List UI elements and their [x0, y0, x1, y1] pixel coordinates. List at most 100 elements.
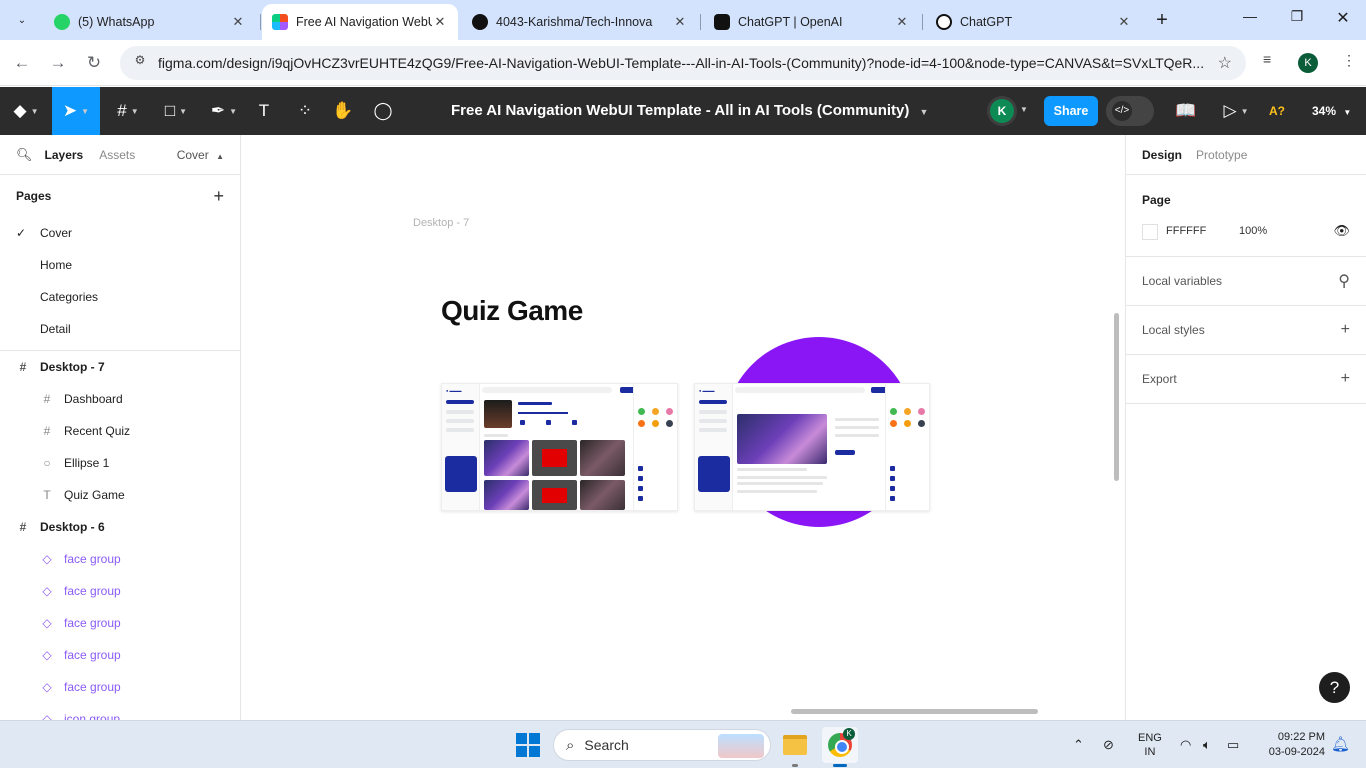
layer-quiz-game[interactable]: T Quiz Game	[0, 479, 240, 511]
browser-toolbar: ← → ↻ ⚙ figma.com/design/i9qjOvHCZ3vrEUH…	[0, 40, 1366, 86]
windows-start-icon[interactable]	[516, 733, 540, 757]
page-item-categories[interactable]: Categories	[0, 281, 240, 313]
layer-face-group[interactable]: ◇ face group	[0, 607, 240, 639]
close-tab-icon[interactable]: ✕	[230, 14, 246, 30]
design-canvas[interactable]: Desktop - 7 Quiz Game ● ▬▬▬ ● ▬▬▬	[241, 135, 1125, 720]
tab-figma[interactable]: Free AI Navigation WebUI Te ✕	[262, 4, 458, 40]
wifi-icon[interactable]: ◠	[1180, 721, 1191, 769]
page-selector[interactable]: Cover ▲	[177, 148, 224, 162]
tab-chatgpt[interactable]: ChatGPT ✕	[926, 4, 1142, 40]
language-indicator[interactable]: ENG IN	[1138, 731, 1162, 759]
tab-assets[interactable]: Assets	[99, 148, 135, 162]
move-tool-button[interactable]: ➤ ▼	[52, 87, 100, 135]
new-tab-button[interactable]: +	[1150, 8, 1174, 32]
close-tab-icon[interactable]: ✕	[432, 14, 448, 30]
pen-tool-button[interactable]: ✒ ▼	[202, 87, 246, 135]
page-opacity[interactable]: 100%	[1239, 225, 1267, 237]
restore-icon[interactable]: ❐	[1285, 8, 1309, 25]
help-button[interactable]: ?	[1319, 672, 1350, 703]
tab-chatgpt-openai[interactable]: ChatGPT | OpenAI ✕	[704, 4, 920, 40]
canvas-horizontal-scrollbar[interactable]	[791, 709, 1038, 714]
network-off-icon[interactable]: ⊘	[1103, 721, 1114, 769]
main-menu-button[interactable]: ◆ ▼	[4, 87, 48, 135]
chevron-down-icon[interactable]: ▼	[1020, 105, 1028, 114]
profile-avatar[interactable]: K	[1298, 53, 1318, 73]
tab-design[interactable]: Design	[1142, 148, 1182, 162]
variables-settings-icon[interactable]: ⚲	[1338, 271, 1350, 291]
collaborator-avatar[interactable]: K	[990, 99, 1014, 123]
zoom-menu[interactable]: 34% ▼	[1312, 87, 1351, 135]
close-tab-icon[interactable]: ✕	[1116, 14, 1132, 30]
layer-ellipse-1[interactable]: ○ Ellipse 1	[0, 447, 240, 479]
dashboard-frame[interactable]: ● ▬▬▬	[441, 383, 678, 511]
volume-icon[interactable]: 🔈︎	[1203, 721, 1211, 769]
resources-button[interactable]: ⁘	[290, 87, 320, 135]
media-control-icon[interactable]: ≡	[1263, 51, 1271, 67]
hand-tool-button[interactable]: ✋	[328, 87, 358, 135]
frame-label[interactable]: Desktop - 7	[413, 217, 469, 229]
page-label: Cover	[40, 226, 73, 240]
recent-quiz-frame[interactable]: ● ▬▬▬	[694, 383, 930, 511]
layer-icon-group[interactable]: ◇ icon group	[0, 703, 240, 720]
chevron-up-icon[interactable]: ⌃	[1073, 721, 1084, 769]
layer-dashboard[interactable]: # Dashboard	[0, 383, 240, 415]
active-indicator	[833, 764, 847, 767]
frame-tool-button[interactable]: # ▼	[106, 87, 150, 135]
windows-taskbar: ⌕ Search ⌃ ⊘ ENG IN ◠ 🔈︎ ▭ 09:22 PM 03-0…	[0, 720, 1366, 768]
tab-prototype[interactable]: Prototype	[1196, 148, 1247, 162]
comment-tool-button[interactable]: ◯	[368, 87, 398, 135]
eye-icon[interactable]: 👁︎	[1333, 223, 1350, 239]
search-icon[interactable]: 🔍︎	[16, 147, 33, 163]
tab-whatsapp[interactable]: (5) WhatsApp ✕	[44, 4, 256, 40]
close-window-icon[interactable]: ✕	[1331, 8, 1355, 28]
minimize-icon[interactable]: —	[1238, 8, 1262, 24]
tab-search-button[interactable]: ⌄	[8, 7, 36, 33]
library-button[interactable]: 📖	[1172, 87, 1200, 135]
font-warning-indicator[interactable]: A?	[1269, 87, 1285, 135]
layer-face-group[interactable]: ◇ face group	[0, 543, 240, 575]
layer-desktop-7[interactable]: # Desktop - 7	[0, 351, 240, 383]
shape-tool-button[interactable]: □ ▼	[154, 87, 198, 135]
share-button[interactable]: Share	[1044, 96, 1098, 126]
layer-recent-quiz[interactable]: # Recent Quiz	[0, 415, 240, 447]
page-color-hex[interactable]: FFFFFF	[1166, 225, 1206, 237]
page-item-home[interactable]: Home	[0, 249, 240, 281]
add-style-icon[interactable]: +	[1341, 321, 1350, 339]
address-bar[interactable]: ⚙ figma.com/design/i9qjOvHCZ3vrEUHTE4zQG…	[120, 46, 1246, 80]
close-tab-icon[interactable]: ✕	[672, 14, 688, 30]
layer-face-group[interactable]: ◇ face group	[0, 639, 240, 671]
layer-face-group[interactable]: ◇ face group	[0, 575, 240, 607]
url-text[interactable]: figma.com/design/i9qjOvHCZ3vrEUHTE4zQG9/…	[158, 55, 1203, 71]
export-row[interactable]: Export +	[1126, 355, 1366, 404]
page-item-cover[interactable]: ✓ Cover	[0, 217, 240, 249]
thumbnail-stat-icon	[546, 420, 551, 425]
site-info-icon[interactable]: ⚙	[130, 53, 150, 73]
page-color-swatch[interactable]	[1142, 224, 1158, 240]
taskbar-search[interactable]: ⌕ Search	[553, 729, 771, 761]
tab-github[interactable]: 4043-Karishma/Tech-Innova ✕	[462, 4, 698, 40]
layer-face-group[interactable]: ◇ face group	[0, 671, 240, 703]
page-item-detail[interactable]: Detail	[0, 313, 240, 345]
file-title[interactable]: Free AI Navigation WebUI Template - All …	[451, 87, 928, 135]
add-export-icon[interactable]: +	[1341, 370, 1350, 388]
present-button[interactable]: ▷ ▼	[1216, 87, 1256, 135]
tab-layers[interactable]: Layers	[45, 148, 84, 162]
text-tool-button[interactable]: T	[250, 87, 278, 135]
add-page-icon[interactable]: +	[213, 186, 224, 207]
close-tab-icon[interactable]: ✕	[894, 14, 910, 30]
canvas-vertical-scrollbar[interactable]	[1114, 313, 1119, 481]
menu-kebab-icon[interactable]: ⋮	[1342, 52, 1356, 69]
back-icon[interactable]: ←	[10, 51, 34, 75]
file-explorer-icon[interactable]	[777, 727, 813, 763]
local-variables-row[interactable]: Local variables ⚲	[1126, 257, 1366, 306]
dev-mode-toggle[interactable]: </>	[1106, 96, 1154, 126]
system-clock[interactable]: 09:22 PM 03-09-2024	[1259, 730, 1325, 760]
layer-desktop-6[interactable]: # Desktop - 6	[0, 511, 240, 543]
forward-icon[interactable]: →	[46, 51, 70, 75]
quiz-game-title[interactable]: Quiz Game	[441, 295, 583, 327]
battery-icon[interactable]: ▭	[1227, 721, 1239, 769]
reload-icon[interactable]: ↻	[82, 51, 106, 75]
bookmark-star-icon[interactable]: ☆	[1218, 53, 1232, 73]
notification-bell-icon[interactable]: 🔔︎	[1331, 735, 1350, 753]
local-styles-row[interactable]: Local styles +	[1126, 306, 1366, 355]
